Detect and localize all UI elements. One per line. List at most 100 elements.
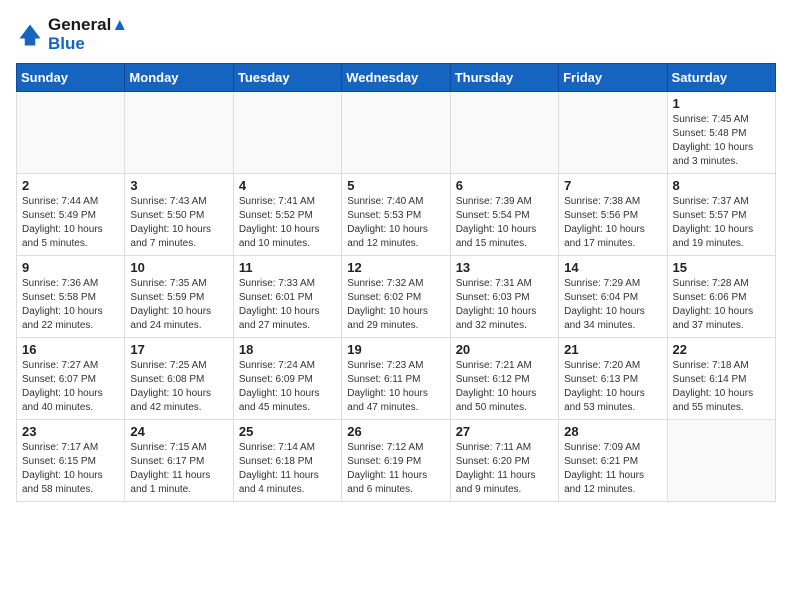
calendar-cell: 18 Sunrise: 7:24 AM Sunset: 6:09 PM Dayli… (233, 338, 341, 420)
day-number: 3 (130, 178, 227, 193)
calendar-cell: 13 Sunrise: 7:31 AM Sunset: 6:03 PM Dayli… (450, 256, 558, 338)
day-of-week-header: Tuesday (233, 64, 341, 92)
calendar-header-row: SundayMondayTuesdayWednesdayThursdayFrid… (17, 64, 776, 92)
calendar-cell (667, 420, 775, 502)
calendar-cell: 20Sunrise: 7:21 AM Sunset: 6:12 PM Dayli… (450, 338, 558, 420)
calendar-cell: 5 Sunrise: 7:40 AM Sunset: 5:53 PM Daylig… (342, 174, 450, 256)
calendar-cell (559, 92, 667, 174)
calendar-week-row: 2 Sunrise: 7:44 AM Sunset: 5:49 PM Daylig… (17, 174, 776, 256)
day-info: Sunrise: 7:20 AM Sunset: 6:13 PM Dayligh… (564, 359, 661, 415)
calendar-week-row: 23 Sunrise: 7:17 AM Sunset: 6:15 PM Dayli… (17, 420, 776, 502)
day-info: Sunrise: 7:23 AM Sunset: 6:11 PM Dayligh… (347, 359, 444, 415)
logo-text: General▲ Blue (48, 16, 128, 53)
day-of-week-header: Thursday (450, 64, 558, 92)
day-number: 2 (22, 178, 119, 193)
day-info: Sunrise: 7:15 AM Sunset: 6:17 PM Dayligh… (130, 441, 227, 497)
calendar-cell: 14 Sunrise: 7:29 AM Sunset: 6:04 PM Dayli… (559, 256, 667, 338)
calendar-cell: 25 Sunrise: 7:14 AM Sunset: 6:18 PM Dayli… (233, 420, 341, 502)
calendar-cell (342, 92, 450, 174)
calendar-cell: 19 Sunrise: 7:23 AM Sunset: 6:11 PM Dayli… (342, 338, 450, 420)
day-info: Sunrise: 7:14 AM Sunset: 6:18 PM Dayligh… (239, 441, 336, 497)
calendar-cell: 15 Sunrise: 7:28 AM Sunset: 6:06 PM Dayli… (667, 256, 775, 338)
day-number: 27 (456, 424, 553, 439)
day-info: Sunrise: 7:31 AM Sunset: 6:03 PM Dayligh… (456, 277, 553, 333)
day-number: 28 (564, 424, 661, 439)
calendar-table: SundayMondayTuesdayWednesdayThursdayFrid… (16, 63, 776, 502)
day-info: Sunrise: 7:40 AM Sunset: 5:53 PM Dayligh… (347, 195, 444, 251)
page-header: General▲ Blue (16, 16, 776, 53)
day-info: Sunrise: 7:32 AM Sunset: 6:02 PM Dayligh… (347, 277, 444, 333)
calendar-cell: 4 Sunrise: 7:41 AM Sunset: 5:52 PM Daylig… (233, 174, 341, 256)
day-info: Sunrise: 7:25 AM Sunset: 6:08 PM Dayligh… (130, 359, 227, 415)
calendar-week-row: 9 Sunrise: 7:36 AM Sunset: 5:58 PM Daylig… (17, 256, 776, 338)
day-number: 16 (22, 342, 119, 357)
day-number: 9 (22, 260, 119, 275)
day-number: 12 (347, 260, 444, 275)
calendar-cell: 27 Sunrise: 7:11 AM Sunset: 6:20 PM Dayli… (450, 420, 558, 502)
day-info: Sunrise: 7:27 AM Sunset: 6:07 PM Dayligh… (22, 359, 119, 415)
day-number: 13 (456, 260, 553, 275)
day-info: Sunrise: 7:24 AM Sunset: 6:09 PM Dayligh… (239, 359, 336, 415)
calendar-cell: 21Sunrise: 7:20 AM Sunset: 6:13 PM Dayli… (559, 338, 667, 420)
day-number: 14 (564, 260, 661, 275)
logo: General▲ Blue (16, 16, 128, 53)
day-number: 1 (673, 96, 770, 111)
day-of-week-header: Sunday (17, 64, 125, 92)
calendar-cell (17, 92, 125, 174)
calendar-cell: 6 Sunrise: 7:39 AM Sunset: 5:54 PM Daylig… (450, 174, 558, 256)
logo-icon (16, 21, 44, 49)
day-info: Sunrise: 7:39 AM Sunset: 5:54 PM Dayligh… (456, 195, 553, 251)
day-info: Sunrise: 7:35 AM Sunset: 5:59 PM Dayligh… (130, 277, 227, 333)
calendar-cell: 17 Sunrise: 7:25 AM Sunset: 6:08 PM Dayli… (125, 338, 233, 420)
day-number: 19 (347, 342, 444, 357)
calendar-cell: 23 Sunrise: 7:17 AM Sunset: 6:15 PM Dayli… (17, 420, 125, 502)
calendar-cell: 8Sunrise: 7:37 AM Sunset: 5:57 PM Daylig… (667, 174, 775, 256)
calendar-cell: 3 Sunrise: 7:43 AM Sunset: 5:50 PM Daylig… (125, 174, 233, 256)
day-info: Sunrise: 7:44 AM Sunset: 5:49 PM Dayligh… (22, 195, 119, 251)
calendar-week-row: 1Sunrise: 7:45 AM Sunset: 5:48 PM Daylig… (17, 92, 776, 174)
calendar-cell: 9 Sunrise: 7:36 AM Sunset: 5:58 PM Daylig… (17, 256, 125, 338)
day-info: Sunrise: 7:29 AM Sunset: 6:04 PM Dayligh… (564, 277, 661, 333)
day-number: 17 (130, 342, 227, 357)
day-info: Sunrise: 7:17 AM Sunset: 6:15 PM Dayligh… (22, 441, 119, 497)
day-info: Sunrise: 7:33 AM Sunset: 6:01 PM Dayligh… (239, 277, 336, 333)
day-info: Sunrise: 7:18 AM Sunset: 6:14 PM Dayligh… (673, 359, 770, 415)
day-of-week-header: Wednesday (342, 64, 450, 92)
calendar-cell: 16 Sunrise: 7:27 AM Sunset: 6:07 PM Dayli… (17, 338, 125, 420)
day-number: 10 (130, 260, 227, 275)
day-number: 25 (239, 424, 336, 439)
calendar-cell: 10 Sunrise: 7:35 AM Sunset: 5:59 PM Dayli… (125, 256, 233, 338)
day-of-week-header: Monday (125, 64, 233, 92)
day-info: Sunrise: 7:41 AM Sunset: 5:52 PM Dayligh… (239, 195, 336, 251)
calendar-cell: 11 Sunrise: 7:33 AM Sunset: 6:01 PM Dayli… (233, 256, 341, 338)
day-number: 22 (673, 342, 770, 357)
day-number: 23 (22, 424, 119, 439)
calendar-cell (233, 92, 341, 174)
calendar-cell: 12 Sunrise: 7:32 AM Sunset: 6:02 PM Dayli… (342, 256, 450, 338)
calendar-cell (125, 92, 233, 174)
day-number: 26 (347, 424, 444, 439)
day-info: Sunrise: 7:12 AM Sunset: 6:19 PM Dayligh… (347, 441, 444, 497)
calendar-cell: 24 Sunrise: 7:15 AM Sunset: 6:17 PM Dayli… (125, 420, 233, 502)
calendar-cell (450, 92, 558, 174)
calendar-cell: 7 Sunrise: 7:38 AM Sunset: 5:56 PM Daylig… (559, 174, 667, 256)
calendar-cell: 28Sunrise: 7:09 AM Sunset: 6:21 PM Dayli… (559, 420, 667, 502)
day-number: 24 (130, 424, 227, 439)
day-number: 6 (456, 178, 553, 193)
day-info: Sunrise: 7:37 AM Sunset: 5:57 PM Dayligh… (673, 195, 770, 251)
day-number: 7 (564, 178, 661, 193)
calendar-week-row: 16 Sunrise: 7:27 AM Sunset: 6:07 PM Dayli… (17, 338, 776, 420)
day-number: 4 (239, 178, 336, 193)
calendar-cell: 2 Sunrise: 7:44 AM Sunset: 5:49 PM Daylig… (17, 174, 125, 256)
day-info: Sunrise: 7:28 AM Sunset: 6:06 PM Dayligh… (673, 277, 770, 333)
day-number: 5 (347, 178, 444, 193)
day-info: Sunrise: 7:38 AM Sunset: 5:56 PM Dayligh… (564, 195, 661, 251)
day-info: Sunrise: 7:36 AM Sunset: 5:58 PM Dayligh… (22, 277, 119, 333)
calendar-cell: 1Sunrise: 7:45 AM Sunset: 5:48 PM Daylig… (667, 92, 775, 174)
day-number: 20 (456, 342, 553, 357)
day-info: Sunrise: 7:11 AM Sunset: 6:20 PM Dayligh… (456, 441, 553, 497)
day-info: Sunrise: 7:43 AM Sunset: 5:50 PM Dayligh… (130, 195, 227, 251)
day-number: 18 (239, 342, 336, 357)
day-number: 15 (673, 260, 770, 275)
day-number: 11 (239, 260, 336, 275)
